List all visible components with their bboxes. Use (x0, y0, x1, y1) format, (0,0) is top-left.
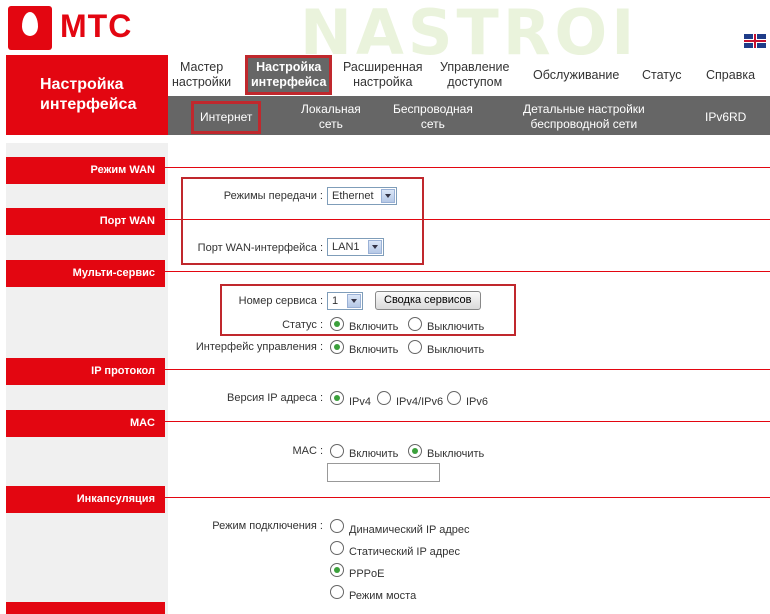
wan-port-select[interactable]: LAN1 (327, 238, 384, 256)
divider (160, 369, 770, 370)
transfer-mode-select[interactable]: Ethernet (327, 187, 397, 205)
status-on-text: Включить (349, 321, 399, 333)
status-on-radio[interactable] (330, 317, 344, 331)
connection-mode-label: Режим подключения : (212, 520, 323, 532)
nav-maintenance[interactable]: Обслуживание (533, 68, 619, 83)
pppoe-text: PPPoE (349, 568, 385, 580)
mgmt-iface-off-text: Выключить (427, 344, 485, 356)
chevron-down-icon (368, 240, 382, 254)
side-label-next (6, 602, 165, 614)
nav-status[interactable]: Статус (642, 68, 682, 83)
ipv4-text: IPv4 (349, 396, 372, 408)
chevron-down-icon (381, 189, 395, 203)
nav-help[interactable]: Справка (706, 68, 755, 83)
mgmt-iface-off-radio[interactable] (408, 340, 422, 354)
service-number-value: 1 (332, 295, 339, 307)
side-label-wan-mode: Режим WAN (6, 157, 165, 184)
side-label-ip-protocol: IP протокол (6, 358, 165, 385)
sub-nav: Интернет Локальная сеть Беспроводная сет… (168, 96, 770, 135)
chevron-down-icon (347, 294, 361, 308)
dynamic-ip-radio[interactable] (330, 519, 344, 533)
subnav-wireless[interactable]: Беспроводная сеть (393, 102, 473, 132)
nav-interface-setup[interactable]: Настройка интерфейса (244, 55, 333, 95)
top-nav: Мастер настройки Настройка интерфейса Ра… (168, 55, 770, 96)
divider (160, 271, 770, 272)
pppoe-radio[interactable] (330, 563, 344, 577)
mgmt-iface-label: Интерфейс управления : (195, 341, 323, 353)
side-label-mac: MAC (6, 410, 165, 437)
transfer-mode-value: Ethernet (332, 190, 374, 202)
mts-logo-icon (8, 6, 52, 50)
nav-advanced[interactable]: Расширенная настройка (343, 60, 423, 90)
subnav-lan[interactable]: Локальная сеть (301, 102, 361, 132)
mac-on-radio[interactable] (330, 444, 344, 458)
mac-address-input[interactable] (327, 463, 440, 482)
bridge-mode-text: Режим моста (349, 590, 417, 602)
uk-flag-icon[interactable] (744, 34, 766, 48)
transfer-mode-label: Режимы передачи : (223, 190, 323, 202)
services-summary-button[interactable]: Сводка сервисов (375, 291, 481, 310)
mgmt-iface-on-radio[interactable] (330, 340, 344, 354)
divider (160, 167, 770, 168)
status-off-radio[interactable] (408, 317, 422, 331)
side-label-encapsulation: Инкапсуляция (6, 486, 165, 513)
wan-port-label: Порт WAN-интерфейса : (197, 242, 323, 254)
ipv6-radio[interactable] (447, 391, 461, 405)
mac-off-radio[interactable] (408, 444, 422, 458)
subnav-ipv6rd[interactable]: IPv6RD (705, 110, 746, 125)
mac-off-text: Выключить (427, 448, 485, 460)
mac-on-text: Включить (349, 448, 399, 460)
mgmt-iface-on-text: Включить (349, 344, 399, 356)
section-title: Настройка интерфейса (6, 55, 168, 135)
static-ip-text: Статический IP адрес (349, 546, 460, 558)
static-ip-radio[interactable] (330, 541, 344, 555)
status-label: Статус : (282, 319, 323, 331)
ipv4v6-radio[interactable] (377, 391, 391, 405)
status-off-text: Выключить (427, 321, 485, 333)
ipv6-text: IPv6 (466, 396, 489, 408)
subnav-wireless-advanced[interactable]: Детальные настройки беспроводной сети (523, 102, 645, 132)
wan-port-value: LAN1 (332, 241, 360, 253)
mac-label: MAC : (292, 445, 323, 457)
ipv4v6-text: IPv4/IPv6 (396, 396, 444, 408)
side-label-multiservice: Мульти-сервис (6, 260, 165, 287)
header: МТС NASTROI WIFI (0, 0, 770, 142)
divider (160, 497, 770, 498)
dynamic-ip-text: Динамический IP адрес (349, 524, 470, 536)
logo-text: МТС (60, 8, 133, 44)
divider (160, 421, 770, 422)
nav-access[interactable]: Управление доступом (440, 60, 510, 90)
ip-version-label: Версия IP адреса : (227, 392, 323, 404)
side-label-wan-port: Порт WAN (6, 208, 165, 235)
service-number-label: Номер сервиса : (238, 295, 323, 307)
bridge-mode-radio[interactable] (330, 585, 344, 599)
nav-wizard[interactable]: Мастер настройки (172, 60, 231, 90)
ipv4-radio[interactable] (330, 391, 344, 405)
subnav-internet[interactable]: Интернет (190, 101, 262, 134)
service-number-select[interactable]: 1 (327, 292, 363, 310)
